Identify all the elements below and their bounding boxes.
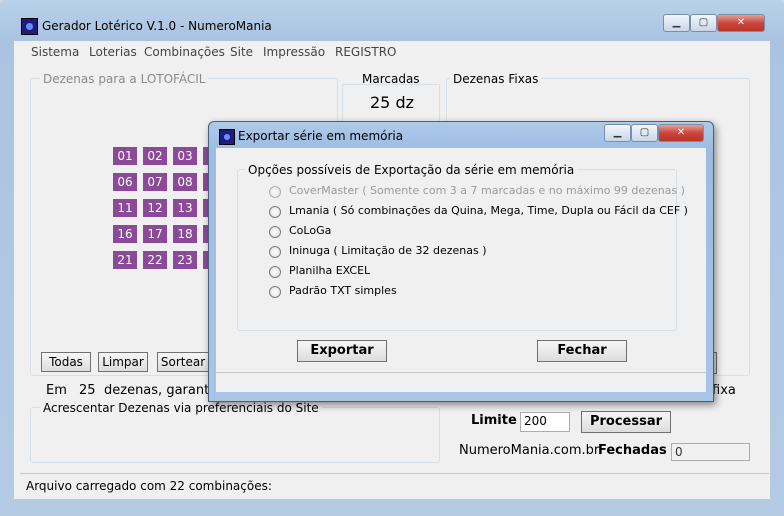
processar-button[interactable]: Processar xyxy=(581,411,671,433)
acrescentar-group-label: Acrescentar Dezenas via preferenciais do… xyxy=(40,401,322,415)
ininuga-radio[interactable] xyxy=(269,246,281,258)
fechar-button[interactable]: Fechar xyxy=(537,340,627,362)
menu-sistema[interactable]: Sistema xyxy=(31,45,79,59)
dialog-app-icon xyxy=(219,129,235,145)
number-cell[interactable]: 11 xyxy=(113,199,137,217)
exportar-button[interactable]: Exportar xyxy=(297,340,387,362)
menu-impressao[interactable]: Impressão xyxy=(263,45,325,59)
dialog-maximize-icon[interactable]: ▢ xyxy=(631,124,658,142)
number-cell[interactable]: 02 xyxy=(143,147,167,165)
status-text: Arquivo carregado com 22 combinações: xyxy=(26,479,272,493)
number-cell[interactable]: 13 xyxy=(173,199,197,217)
number-cell[interactable]: 12 xyxy=(143,199,167,217)
excel-label[interactable]: Planilha EXCEL xyxy=(289,264,370,277)
number-cell[interactable]: 01 xyxy=(113,147,137,165)
dialog-close-icon[interactable]: ✕ xyxy=(658,124,704,142)
dialog-minimize-icon[interactable]: ▁ xyxy=(604,124,631,142)
options-group-label: Opções possíveis de Exportação da série … xyxy=(245,163,578,177)
todas-button[interactable]: Todas xyxy=(41,352,91,372)
dialog-title: Exportar série em memória xyxy=(238,129,404,143)
covermaster-radio xyxy=(269,186,281,198)
maximize-icon[interactable]: ▢ xyxy=(690,14,717,32)
ininuga-label[interactable]: Ininuga ( Limitação de 32 dezenas ) xyxy=(289,244,487,257)
number-cell[interactable]: 22 xyxy=(143,251,167,269)
app-icon xyxy=(21,18,38,35)
acrescentar-group xyxy=(30,407,440,463)
menu-loterias[interactable]: Loterias xyxy=(89,45,137,59)
close-icon[interactable]: ✕ xyxy=(717,14,765,32)
dezenas-group-label: Dezenas para a LOTOFÁCIL xyxy=(40,72,209,86)
fechadas-field: 0 xyxy=(671,443,750,461)
menu-combinacoes[interactable]: Combinações xyxy=(144,45,225,59)
fixa-text: fixa xyxy=(712,383,736,398)
em-label: Em xyxy=(46,383,67,398)
status-bar: Arquivo carregado com 22 combinações: xyxy=(20,473,769,498)
number-cell[interactable]: 08 xyxy=(173,173,197,191)
menu-site[interactable]: Site xyxy=(230,45,253,59)
number-cell[interactable]: 16 xyxy=(113,225,137,243)
txt-radio[interactable] xyxy=(269,286,281,298)
dezenas-text: dezenas, garantir xyxy=(104,383,219,398)
dialog-status-bar xyxy=(216,372,706,393)
number-cell[interactable]: 07 xyxy=(143,173,167,191)
em-value: 25 xyxy=(79,383,96,398)
limite-label: Limite xyxy=(471,413,517,428)
sortear-button[interactable]: Sortear xyxy=(157,352,208,372)
minimize-icon[interactable]: ▁ xyxy=(663,14,690,32)
export-dialog: Exportar série em memória ▁ ▢ ✕ Opções p… xyxy=(208,121,714,402)
lmania-label[interactable]: Lmania ( Só combinações da Quina, Mega, … xyxy=(289,204,688,217)
txt-label[interactable]: Padrão TXT simples xyxy=(289,284,397,297)
marcadas-value: 25 dz xyxy=(370,93,414,112)
number-cell[interactable]: 03 xyxy=(173,147,197,165)
number-cell[interactable]: 17 xyxy=(143,225,167,243)
window-title: Gerador Lotérico V.1.0 - NumeroMania xyxy=(42,19,272,33)
fechadas-label: Fechadas xyxy=(598,443,667,458)
number-cell[interactable]: 21 xyxy=(113,251,137,269)
number-cell[interactable]: 18 xyxy=(173,225,197,243)
covermaster-label: CoverMaster ( Somente com 3 a 7 marcadas… xyxy=(289,184,685,197)
lmania-radio[interactable] xyxy=(269,206,281,218)
number-cell[interactable]: 06 xyxy=(113,173,137,191)
fixas-group-label: Dezenas Fixas xyxy=(450,72,542,86)
menu-registro[interactable]: REGISTRO xyxy=(335,45,397,59)
excel-radio[interactable] xyxy=(269,266,281,278)
cologa-label[interactable]: CoLoGa xyxy=(289,224,331,237)
limpar-button[interactable]: Limpar xyxy=(98,352,148,372)
limite-input[interactable]: 200 xyxy=(520,412,570,432)
cologa-radio[interactable] xyxy=(269,226,281,238)
number-cell[interactable]: 23 xyxy=(173,251,197,269)
site-link[interactable]: NumeroMania.com.br xyxy=(459,443,599,458)
